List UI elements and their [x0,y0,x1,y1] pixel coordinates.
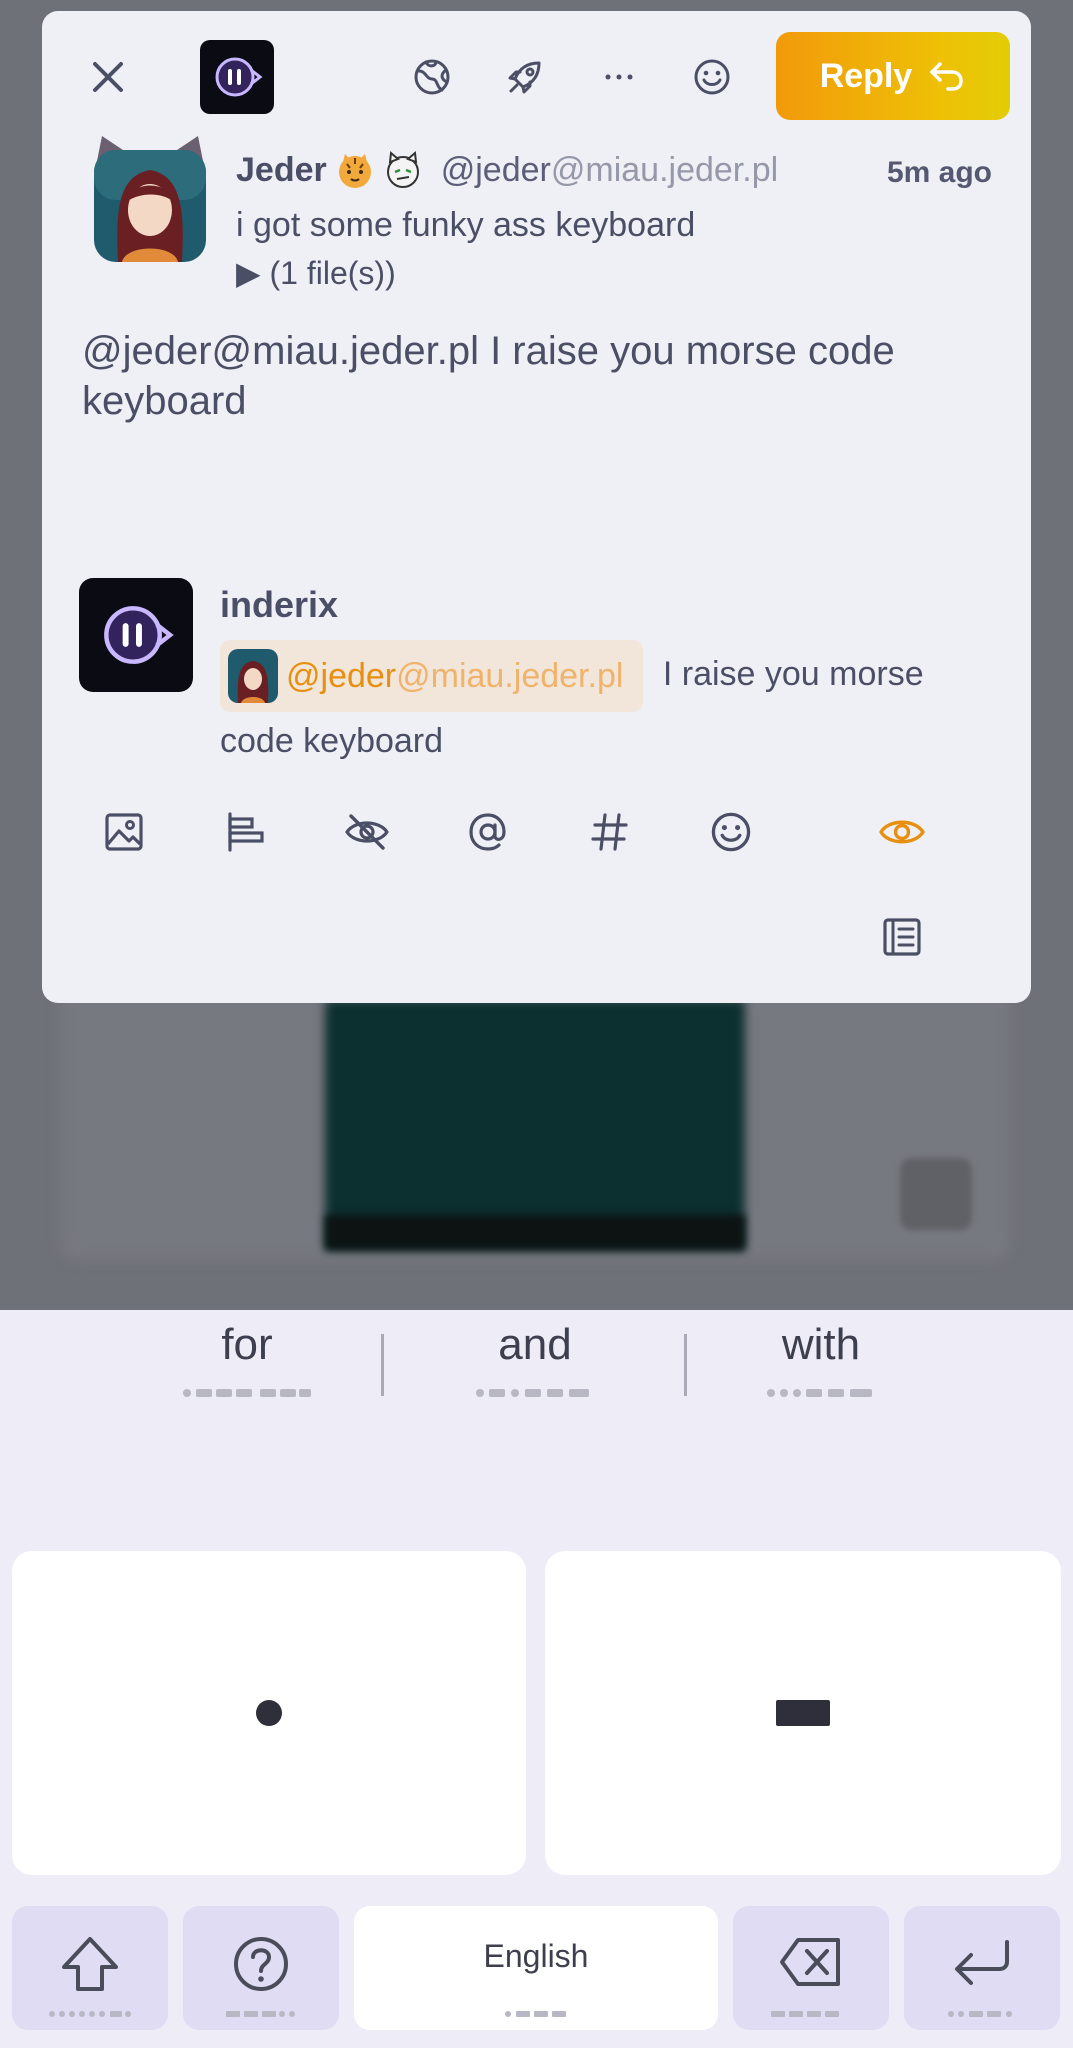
suggestion-divider [381,1334,384,1396]
mention-user: @jeder [286,657,397,695]
account-icon [215,57,263,97]
suggestion-item[interactable]: for [102,1310,392,1403]
background-post-image-bar [325,1215,745,1250]
image-icon [105,813,143,851]
background-post-image [325,1000,745,1250]
poll-icon [228,812,264,852]
suggestion-word: for [221,1320,273,1369]
avatar[interactable] [92,136,208,264]
shift-key[interactable] [12,1906,168,2030]
enter-icon [955,1940,1009,1985]
preview-toggle-button[interactable] [872,802,932,862]
space-key[interactable]: English [354,1906,718,2030]
hashtag-button[interactable] [580,802,640,862]
suggestion-word: with [781,1320,861,1369]
morse-code-hint [505,2011,566,2017]
hide-icon [345,814,389,850]
enter-key[interactable] [904,1906,1060,2030]
quoted-author-name[interactable]: Jeder [236,151,327,190]
morse-code-hint [948,2011,1012,2017]
morse-keyboard: for and with English [0,1310,1073,2048]
compose-dialog: Reply Jeder @jeder@miau.jeder.pl 5m ago … [42,11,1031,1003]
poll-button[interactable] [216,802,276,862]
quoted-handle-user: @jeder [440,150,551,189]
quoted-note-files-toggle[interactable]: ▶ (1 file(s)) [236,254,396,292]
mention-host: @miau.jeder.pl [396,657,624,695]
drafts-button[interactable] [872,907,932,967]
close-button[interactable] [78,47,138,107]
background-button [900,1158,972,1230]
preview-eye-icon [879,820,925,844]
help-key[interactable] [183,1906,339,2030]
reaction-button[interactable] [686,51,738,103]
hashtag-icon [591,813,628,851]
reply-button-label: Reply [819,56,913,95]
attach-image-button[interactable] [94,802,154,862]
visibility-button[interactable] [406,51,458,103]
close-icon [93,62,123,92]
dot-key[interactable] [12,1551,526,1875]
preview-body: @jeder @miau.jeder.pl I raise you morse c… [220,640,990,770]
morse-code-hint [49,2011,131,2017]
account-switch-button[interactable] [200,40,274,114]
dash-key[interactable] [545,1551,1061,1875]
backspace-icon [780,1938,840,1986]
dot-icon [256,1700,282,1726]
content-warning-button[interactable] [337,802,397,862]
morse-code-hint [767,1389,872,1397]
suggestion-word: and [498,1320,572,1369]
suggestion-item[interactable]: with [676,1310,966,1403]
mention-button[interactable] [458,802,518,862]
globe-icon [414,59,450,95]
compose-textarea[interactable]: @jeder@miau.jeder.pl I raise you morse c… [82,326,1002,426]
backspace-key[interactable] [733,1906,889,2030]
shift-icon [62,1937,118,1991]
draft-list-icon [883,918,921,956]
quoted-note-header: Jeder @jeder@miau.jeder.pl [236,150,778,190]
help-icon [234,1937,288,1991]
cat-emoji-icon [386,151,419,188]
preview-mention[interactable]: @jeder @miau.jeder.pl [220,640,644,712]
quoted-author-handle[interactable]: @jeder@miau.jeder.pl [441,151,778,190]
dash-icon [776,1700,830,1726]
quoted-note-text: i got some funky ass keyboard [236,206,696,244]
morse-code-hint [226,2011,295,2017]
account-icon [104,606,174,664]
morse-code-hint [183,1389,311,1397]
local-only-button[interactable] [499,51,551,103]
mention-avatar [228,649,278,703]
more-icon [605,74,633,80]
preview-avatar [79,578,193,692]
morse-code-hint [771,2011,839,2017]
preview-author-name: inderix [220,584,339,625]
language-label: English [483,1938,589,1974]
emoji-icon [711,812,751,852]
reply-button[interactable]: Reply [776,32,1010,120]
rocket-icon [508,61,541,94]
tiger-emoji-icon [338,154,371,188]
insert-emoji-button[interactable] [701,802,761,862]
reply-icon [930,62,964,91]
mention-icon [469,813,506,851]
quoted-note-time[interactable]: 5m ago [887,156,992,190]
emoji-icon [694,59,730,95]
quoted-handle-host: @miau.jeder.pl [550,150,779,189]
suggestion-item[interactable]: and [390,1310,680,1403]
more-options-button[interactable] [593,51,645,103]
morse-code-hint [476,1389,589,1397]
